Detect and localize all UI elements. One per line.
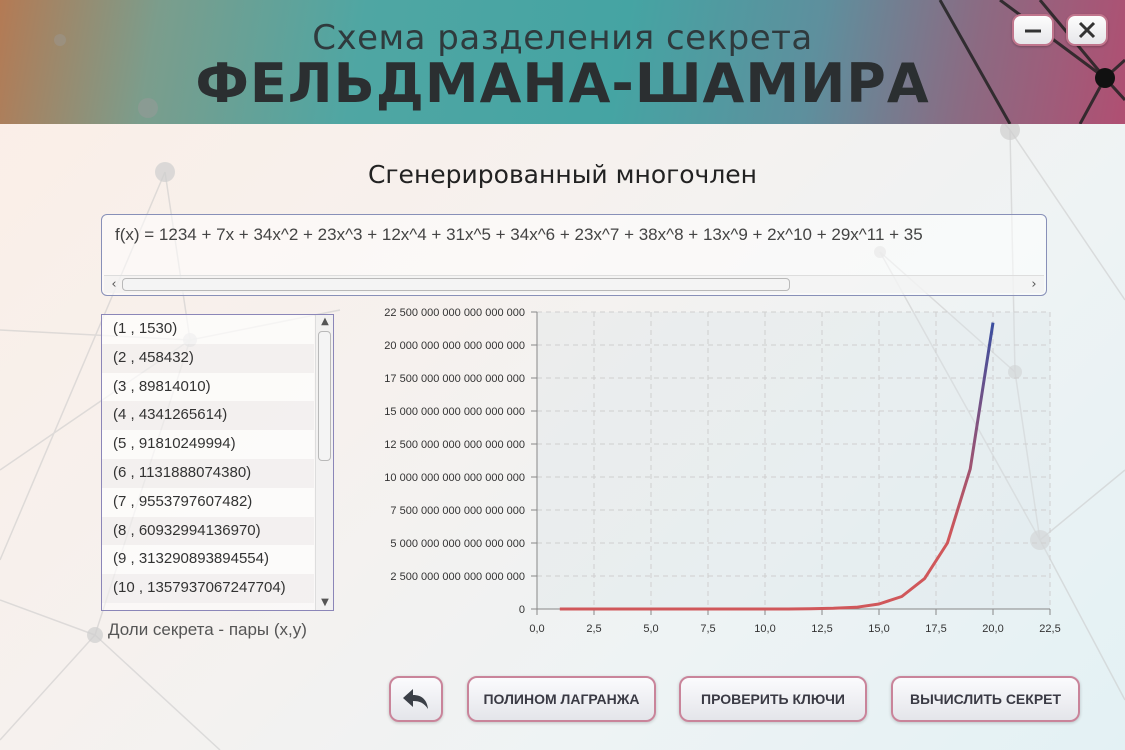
- list-item[interactable]: (7 , 9553797607482): [102, 487, 314, 517]
- scrollbar-thumb[interactable]: [122, 278, 790, 291]
- shares-list-items: (1 , 1530) (2 , 458432) (3 , 89814010) (…: [102, 315, 333, 603]
- x-tick-label: 15,0: [868, 623, 889, 635]
- back-button[interactable]: [389, 676, 443, 722]
- shares-list-caption: Доли секрета - пары (x,y): [108, 620, 307, 639]
- x-tick-label: 12,5: [811, 623, 832, 635]
- list-item[interactable]: (5 , 91810249994): [102, 430, 314, 459]
- y-tick-label: 17 500 000 000 000 000 000: [384, 373, 525, 385]
- list-item[interactable]: (1 , 1530): [102, 315, 314, 344]
- back-arrow-icon: [403, 689, 428, 709]
- scroll-down-icon[interactable]: ▼: [316, 596, 333, 610]
- y-tick-label: 5 000 000 000 000 000 000: [390, 538, 525, 550]
- shares-list[interactable]: (1 , 1530) (2 , 458432) (3 , 89814010) (…: [101, 314, 334, 611]
- list-item[interactable]: (2 , 458432): [102, 343, 314, 373]
- lagrange-polynomial-button[interactable]: ПОЛИНОМ ЛАГРАНЖА: [467, 676, 656, 722]
- compute-secret-button[interactable]: ВЫЧИСЛИТЬ СЕКРЕТ: [891, 676, 1080, 722]
- list-item[interactable]: (4 , 4341265614): [102, 401, 314, 431]
- polynomial-text: f(x) = 1234 + 7x + 34x^2 + 23x^3 + 12x^4…: [115, 225, 923, 244]
- y-tick-label: 22 500 000 000 000 000 000: [384, 307, 525, 319]
- polynomial-chart: 0 2 500 000 000 000 000 000 5 000 000 000 …: [384, 307, 1060, 635]
- y-tick-label: 10 000 000 000 000 000 000: [384, 472, 525, 484]
- check-keys-button[interactable]: ПРОВЕРИТЬ КЛЮЧИ: [679, 676, 867, 722]
- list-item[interactable]: (10 , 1357937067247704): [102, 574, 314, 603]
- header-banner: Схема разделения секрета ФЕЛЬДМАНА-ШАМИР…: [0, 0, 1125, 124]
- close-icon: [1078, 21, 1096, 39]
- polynomial-text-field[interactable]: f(x) = 1234 + 7x + 34x^2 + 23x^3 + 12x^4…: [101, 214, 1047, 296]
- y-tick-label: 0: [519, 604, 525, 616]
- x-tick-label: 7,5: [700, 623, 715, 635]
- y-tick-label: 2 500 000 000 000 000 000: [390, 571, 525, 583]
- list-item[interactable]: (6 , 1131888074380): [102, 458, 314, 488]
- scroll-right-icon[interactable]: ›: [1026, 276, 1042, 294]
- polynomial-horizontal-scrollbar[interactable]: ‹ ›: [104, 275, 1044, 293]
- x-tick-label: 17,5: [925, 623, 946, 635]
- x-tick-label: 22,5: [1039, 623, 1060, 635]
- scroll-left-icon[interactable]: ‹: [106, 276, 122, 294]
- y-tick-label: 12 500 000 000 000 000 000: [384, 439, 525, 451]
- close-button[interactable]: [1066, 14, 1108, 46]
- app-title-line2: ФЕЛЬДМАНА-ШАМИРА: [195, 52, 930, 115]
- list-item[interactable]: (9 , 313290893894554): [102, 545, 314, 575]
- shares-vertical-scrollbar[interactable]: ▲ ▼: [315, 315, 333, 610]
- y-tick-label: 7 500 000 000 000 000 000: [390, 505, 525, 517]
- scroll-up-icon[interactable]: ▲: [316, 315, 333, 329]
- y-tick-label: 15 000 000 000 000 000 000: [384, 406, 525, 418]
- x-tick-label: 5,0: [643, 623, 658, 635]
- y-tick-label: 20 000 000 000 000 000 000: [384, 340, 525, 352]
- x-tick-label: 0,0: [529, 623, 544, 635]
- x-tick-label: 10,0: [754, 623, 775, 635]
- minimize-icon: [1025, 29, 1041, 33]
- scrollbar-thumb[interactable]: [318, 331, 331, 461]
- polynomial-section-title: Сгенерированный многочлен: [367, 160, 758, 189]
- list-item[interactable]: (8 , 60932994136970): [102, 516, 314, 546]
- minimize-button[interactable]: [1012, 14, 1054, 46]
- list-item[interactable]: (3 , 89814010): [102, 372, 314, 402]
- x-tick-label: 2,5: [586, 623, 601, 635]
- x-tick-label: 20,0: [982, 623, 1003, 635]
